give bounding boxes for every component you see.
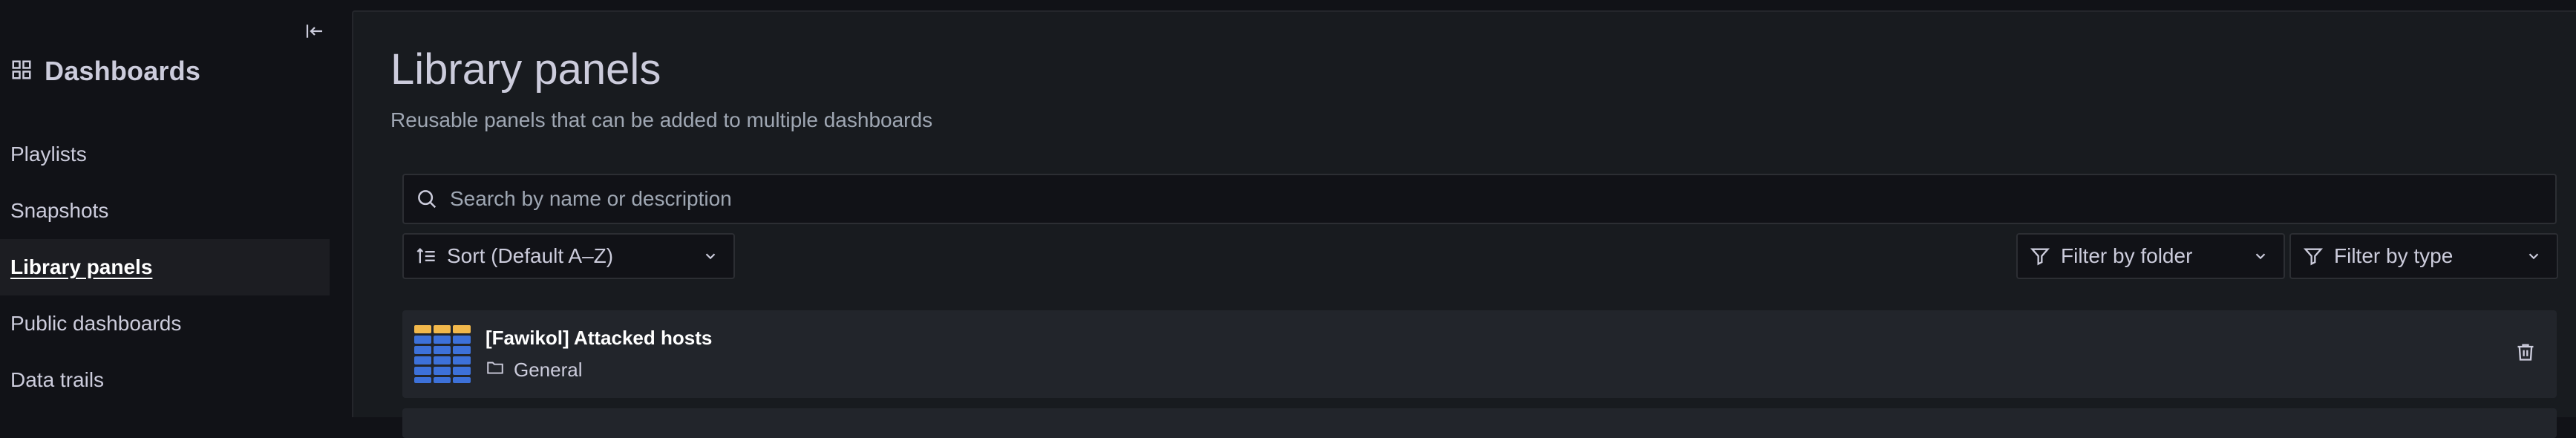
sort-label: Sort (Default A–Z) [447, 244, 614, 267]
sidebar-item-library-panels[interactable]: Library panels [0, 239, 330, 295]
panel-folder: General [486, 358, 583, 382]
page-subtitle: Reusable panels that can be added to mul… [390, 108, 933, 131]
sidebar-item-playlists[interactable]: Playlists [0, 126, 330, 183]
collapse-left-icon [304, 20, 326, 46]
filter-by-folder-select[interactable]: Filter by folder [2016, 233, 2285, 279]
sort-select[interactable]: Sort (Default A–Z) [402, 233, 735, 279]
folder-icon [486, 358, 505, 382]
filter-icon [2303, 245, 2325, 267]
filter-by-type-select[interactable]: Filter by type [2289, 233, 2558, 279]
sidebar: Dashboards Playlists Snapshots Library p… [0, 0, 350, 416]
sidebar-item-data-trails[interactable]: Data trails [0, 352, 330, 408]
trash-icon [2515, 341, 2536, 366]
filter-icon [2030, 245, 2052, 267]
main-content: Library panels Reusable panels that can … [352, 10, 2576, 438]
sidebar-nav: Playlists Snapshots Library panels Publi… [0, 126, 330, 408]
collapse-sidebar-button[interactable] [301, 19, 328, 46]
delete-panel-button[interactable] [2512, 340, 2539, 367]
search-input[interactable] [448, 186, 2555, 212]
sidebar-title: Dashboards [45, 56, 201, 86]
library-panel-card[interactable]: [Fawikol] Attacked hosts General [402, 310, 2557, 398]
search-box [402, 174, 2557, 224]
sort-icon [416, 245, 438, 267]
library-panel-card-partial[interactable] [402, 408, 2557, 438]
chevron-down-icon [2523, 245, 2545, 267]
chevron-down-icon [699, 245, 722, 267]
sidebar-header: Dashboards [10, 53, 200, 89]
filter-type-label: Filter by type [2334, 244, 2454, 267]
sidebar-item-public-dashboards[interactable]: Public dashboards [0, 295, 330, 352]
page-title: Library panels [390, 45, 661, 94]
sidebar-item-snapshots[interactable]: Snapshots [0, 183, 330, 239]
panel-title: [Fawikol] Attacked hosts [486, 327, 713, 349]
table-panel-icon [414, 325, 471, 383]
chevron-down-icon [2249, 245, 2272, 267]
search-icon [416, 187, 439, 211]
filter-folder-label: Filter by folder [2061, 244, 2193, 267]
dashboards-grid-icon [10, 59, 33, 85]
panel-folder-name: General [514, 359, 583, 381]
